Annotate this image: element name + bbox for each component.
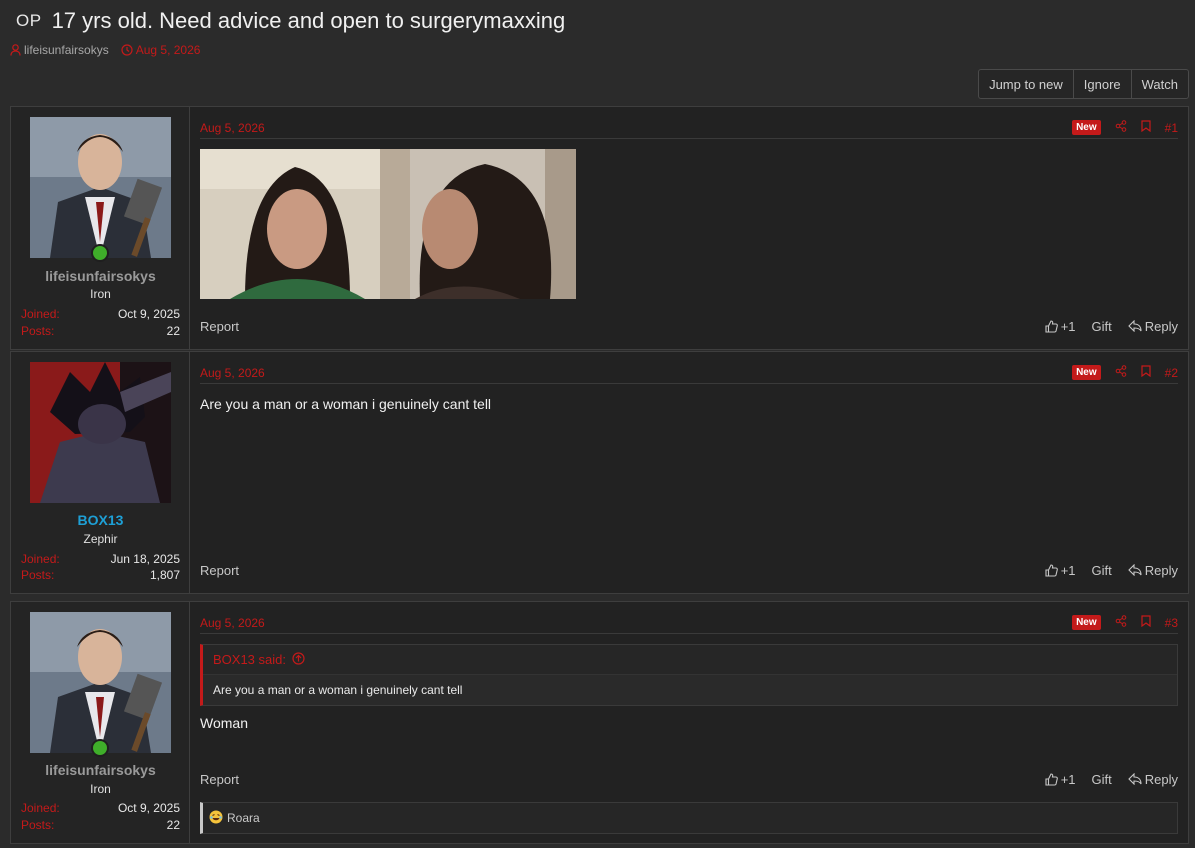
op-label: OP [16, 11, 42, 30]
share-icon[interactable] [1115, 364, 1127, 382]
post-content: Aug 5, 2026 New #2 Are you a man or a wo… [190, 352, 1188, 593]
reactions-bar[interactable]: Roara [200, 802, 1178, 834]
bookmark-icon[interactable] [1141, 614, 1151, 632]
jump-to-new-button[interactable]: Jump to new [979, 70, 1073, 98]
thumbs-up-icon [1045, 319, 1058, 333]
clock-icon [121, 44, 133, 56]
quote-author[interactable]: BOX13 said: [213, 652, 286, 667]
post-number-link[interactable]: #3 [1165, 616, 1178, 630]
username-link[interactable]: lifeisunfairsokys [11, 762, 190, 778]
watch-button[interactable]: Watch [1130, 70, 1188, 98]
post-content: Aug 5, 2026 New #3 BOX13 said: Are you a… [190, 602, 1188, 843]
like-button[interactable]: +1 [1045, 772, 1076, 787]
thread-title: 17 yrs old. Need advice and open to surg… [51, 8, 566, 33]
thread-title-row: OP 17 yrs old. Need advice and open to s… [16, 8, 565, 34]
posts-stat: Posts: 22 [21, 324, 180, 338]
gift-button[interactable]: Gift [1092, 772, 1112, 787]
post-date-link[interactable]: Aug 5, 2026 [200, 366, 265, 380]
new-badge: New [1072, 615, 1101, 630]
posts-stat: Posts: 22 [21, 818, 180, 832]
quote-jump-icon[interactable] [292, 651, 305, 668]
post-footer: Report +1 Gift Reply [200, 560, 1178, 580]
post-header: Aug 5, 2026 New #2 [200, 362, 1178, 384]
post: lifeisunfairsokys Iron Joined: Oct 9, 20… [10, 601, 1189, 844]
quote-block: BOX13 said: Are you a man or a woman i g… [200, 644, 1178, 706]
post-image[interactable] [200, 149, 576, 299]
post-date-link[interactable]: Aug 5, 2026 [200, 121, 265, 135]
bookmark-icon[interactable] [1141, 119, 1151, 137]
thread-author-link[interactable]: lifeisunfairsokys [24, 43, 109, 57]
bookmark-icon[interactable] [1141, 364, 1151, 382]
avatar[interactable] [30, 117, 171, 258]
gift-button[interactable]: Gift [1092, 319, 1112, 334]
ignore-button[interactable]: Ignore [1072, 70, 1131, 98]
report-link[interactable]: Report [200, 772, 239, 787]
post-content: Aug 5, 2026 New #1 Report +1 Gift Reply [190, 107, 1188, 349]
avatar[interactable] [30, 612, 171, 753]
joined-stat: Joined: Jun 18, 2025 [21, 552, 180, 566]
username-link[interactable]: BOX13 [11, 512, 190, 528]
gift-button[interactable]: Gift [1092, 563, 1112, 578]
reply-button[interactable]: Reply [1127, 563, 1178, 578]
user-rank: Iron [90, 782, 111, 796]
post-footer: Report +1 Gift Reply [200, 769, 1178, 789]
user-info: lifeisunfairsokys Iron Joined: Oct 9, 20… [11, 602, 190, 843]
share-icon[interactable] [1115, 614, 1127, 632]
report-link[interactable]: Report [200, 319, 239, 334]
user-info: lifeisunfairsokys Iron Joined: Oct 9, 20… [11, 107, 190, 349]
post-header: Aug 5, 2026 New #1 [200, 117, 1178, 139]
thread-actions: Jump to new Ignore Watch [978, 69, 1189, 99]
post-header: Aug 5, 2026 New #3 [200, 612, 1178, 634]
post: lifeisunfairsokys Iron Joined: Oct 9, 20… [10, 106, 1189, 350]
thumbs-up-icon [1045, 772, 1058, 786]
username-link[interactable]: lifeisunfairsokys [11, 268, 190, 284]
report-link[interactable]: Report [200, 563, 239, 578]
joined-stat: Joined: Oct 9, 2025 [21, 801, 180, 815]
reply-button[interactable]: Reply [1127, 319, 1178, 334]
posts-stat: Posts: 1,807 [21, 568, 180, 582]
thread-meta: lifeisunfairsokys Aug 5, 2026 [10, 43, 200, 57]
avatar[interactable] [30, 362, 171, 503]
user-info: BOX13 Zephir Joined: Jun 18, 2025 Posts:… [11, 352, 190, 593]
reaction-user[interactable]: Roara [227, 811, 260, 825]
post-body: Are you a man or a woman i genuinely can… [200, 396, 492, 412]
user-rank: Iron [90, 287, 111, 301]
user-icon [10, 44, 21, 56]
joined-stat: Joined: Oct 9, 2025 [21, 307, 180, 321]
online-status-icon [91, 739, 109, 757]
reply-icon [1127, 564, 1142, 576]
like-button[interactable]: +1 [1045, 319, 1076, 334]
online-status-icon [91, 244, 109, 262]
share-icon[interactable] [1115, 119, 1127, 137]
post: BOX13 Zephir Joined: Jun 18, 2025 Posts:… [10, 351, 1189, 594]
post-number-link[interactable]: #2 [1165, 366, 1178, 380]
reply-icon [1127, 320, 1142, 332]
laughing-emoji-icon [209, 810, 223, 827]
reply-button[interactable]: Reply [1127, 772, 1178, 787]
like-button[interactable]: +1 [1045, 563, 1076, 578]
thread-date-link[interactable]: Aug 5, 2026 [136, 43, 201, 57]
user-rank: Zephir [83, 532, 118, 546]
new-badge: New [1072, 365, 1101, 380]
thumbs-up-icon [1045, 563, 1058, 577]
quote-header[interactable]: BOX13 said: [203, 645, 1177, 675]
new-badge: New [1072, 120, 1101, 135]
post-date-link[interactable]: Aug 5, 2026 [200, 616, 265, 630]
post-footer: Report +1 Gift Reply [200, 316, 1178, 336]
post-body: Woman [200, 715, 248, 731]
reply-icon [1127, 773, 1142, 785]
post-number-link[interactable]: #1 [1165, 121, 1178, 135]
quote-text: Are you a man or a woman i genuinely can… [203, 675, 1177, 705]
